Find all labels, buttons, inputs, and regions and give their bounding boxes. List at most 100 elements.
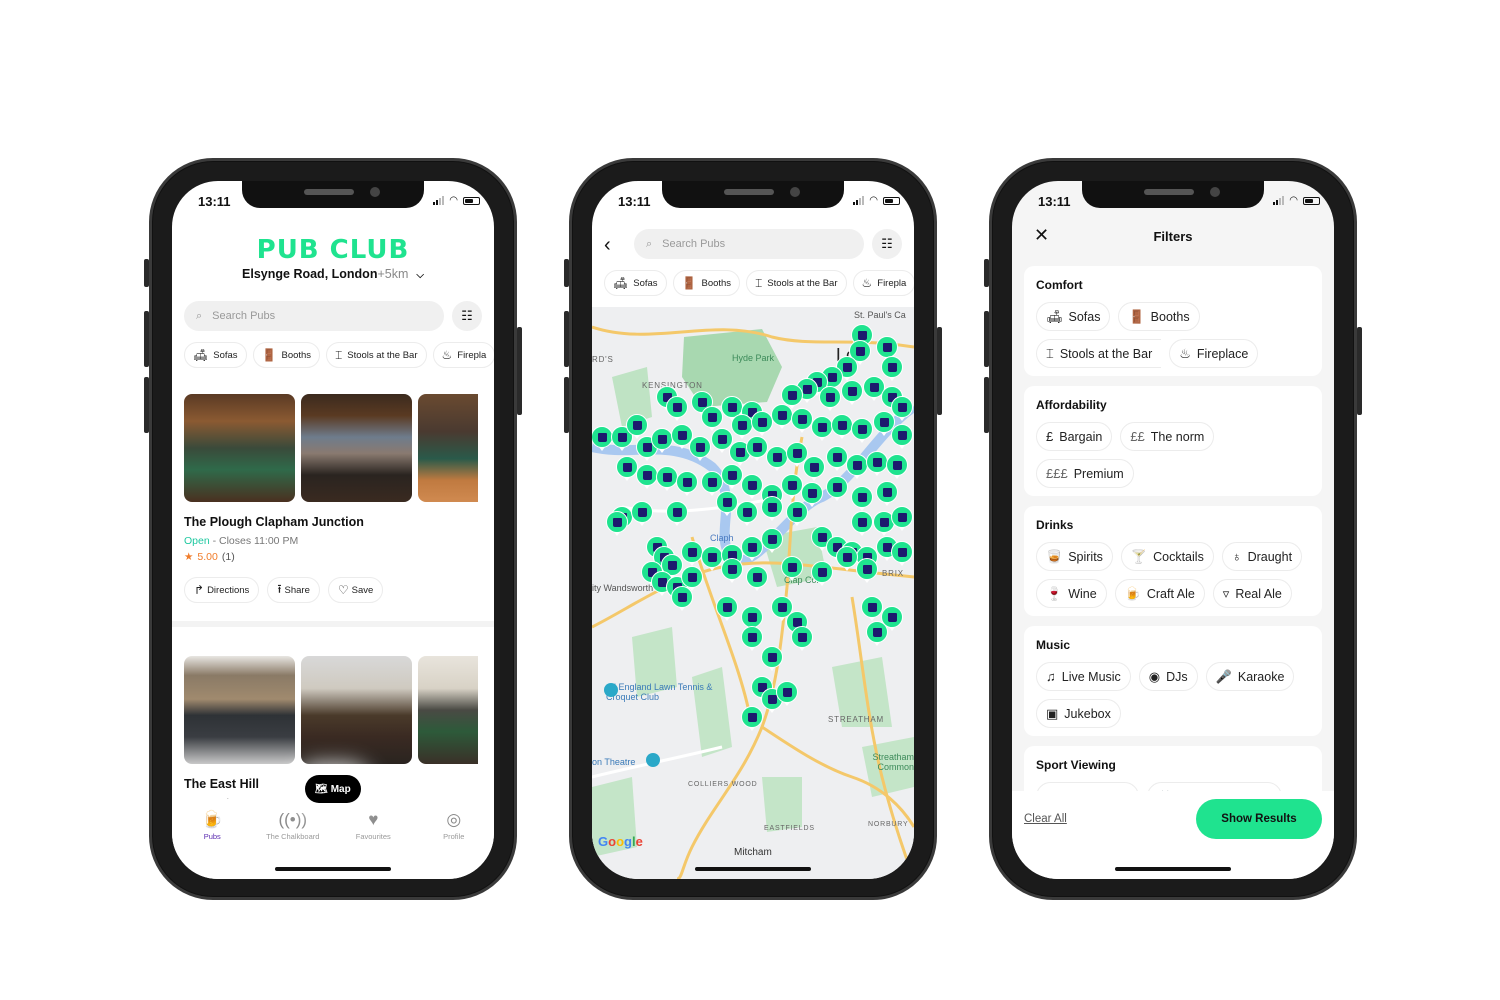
pub-map-pin[interactable] bbox=[676, 471, 698, 493]
filter-chip-stools[interactable]: ⌶ Stools at the Bar bbox=[1036, 339, 1162, 368]
pub-map-pin[interactable] bbox=[876, 336, 898, 358]
filter-sections-list[interactable]: Comfort 🛋 Sofas 🚪 Booths ⌶ Stools at the Ba… bbox=[1024, 266, 1322, 796]
chip-fireplace[interactable]: ♨ Firepla bbox=[432, 342, 494, 368]
pub-map-pin[interactable] bbox=[819, 386, 841, 408]
pub-map-pin[interactable] bbox=[826, 446, 848, 468]
pub-map-pin[interactable] bbox=[736, 501, 758, 523]
directions-button[interactable]: ↱ Directions bbox=[184, 577, 260, 603]
filter-chip-the-norm[interactable]: ££ The norm bbox=[1120, 422, 1215, 451]
pub-photo[interactable] bbox=[301, 656, 412, 764]
pub-map-pin[interactable] bbox=[846, 454, 868, 476]
pub-map-pin[interactable] bbox=[851, 418, 873, 440]
pub-name[interactable]: The Plough Clapham Junction bbox=[184, 515, 364, 529]
pub-map-pin[interactable] bbox=[841, 380, 863, 402]
pub-photo[interactable] bbox=[301, 394, 412, 502]
pub-map-pin[interactable] bbox=[831, 414, 853, 436]
pub-map-pin[interactable] bbox=[766, 446, 788, 468]
search-input[interactable] bbox=[662, 238, 864, 250]
pub-map-pin[interactable] bbox=[671, 586, 693, 608]
filter-chip-fireplace[interactable]: ♨ Fireplace bbox=[1169, 339, 1259, 368]
filter-chip-wine[interactable]: 🍷 Wine bbox=[1036, 579, 1107, 608]
pub-map-pin[interactable] bbox=[626, 414, 648, 436]
pub-map-pin[interactable] bbox=[801, 482, 823, 504]
pub-map-pin[interactable] bbox=[741, 474, 763, 496]
pub-map-pin[interactable] bbox=[731, 414, 753, 436]
filter-chip-live-music[interactable]: ♫ Live Music bbox=[1036, 662, 1131, 691]
pub-map-pin[interactable] bbox=[721, 464, 743, 486]
pub-map-pin[interactable] bbox=[826, 476, 848, 498]
chip-stools[interactable]: ⌶ Stools at the Bar bbox=[746, 270, 847, 296]
tab-profile[interactable]: ◎ Profile bbox=[414, 811, 494, 879]
location-selector[interactable]: Elsynge Road, London+5km ⌵ bbox=[172, 267, 494, 281]
filter-chip-spirits[interactable]: 🥃 Spirits bbox=[1036, 542, 1113, 571]
map-view-button[interactable]: 🗺 Map bbox=[305, 775, 361, 803]
filter-chip-premium[interactable]: £££ Premium bbox=[1036, 459, 1134, 488]
pub-map-pin[interactable] bbox=[616, 456, 638, 478]
filter-chip-jukebox[interactable]: ▣ Jukebox bbox=[1036, 699, 1121, 728]
pub-photo[interactable] bbox=[418, 394, 478, 502]
pub-map-pin[interactable] bbox=[781, 384, 803, 406]
pub-map-pin[interactable] bbox=[681, 566, 703, 588]
chip-sofas[interactable]: 🛋 Sofas bbox=[184, 342, 247, 368]
pub-map-pin[interactable] bbox=[776, 681, 798, 703]
pub-map-pin[interactable] bbox=[741, 626, 763, 648]
pub-map-pin[interactable] bbox=[631, 501, 653, 523]
pub-map-pin[interactable] bbox=[891, 424, 913, 446]
search-input[interactable] bbox=[212, 310, 444, 322]
pub-map-pin[interactable] bbox=[881, 356, 903, 378]
share-button[interactable]: ⭱ Share bbox=[267, 577, 320, 603]
filter-chip-draught[interactable]: ♁ Draught bbox=[1221, 542, 1303, 571]
pub-map-pin[interactable] bbox=[746, 436, 768, 458]
pub-map-pin[interactable] bbox=[856, 558, 878, 580]
pub-map-pin[interactable] bbox=[606, 511, 628, 533]
pub-map-pin[interactable] bbox=[666, 501, 688, 523]
pub-map-pin[interactable] bbox=[651, 428, 673, 450]
pub-map-pin[interactable] bbox=[861, 596, 883, 618]
pub-map-pin[interactable] bbox=[666, 396, 688, 418]
pub-map-pin[interactable] bbox=[866, 451, 888, 473]
pub-name[interactable]: The East Hill bbox=[184, 777, 259, 791]
filter-chip-real-ale[interactable]: ▿ Real Ale bbox=[1212, 579, 1292, 608]
pub-photo[interactable] bbox=[184, 656, 295, 764]
pub-map-pin[interactable] bbox=[681, 541, 703, 563]
pub-map-pin[interactable] bbox=[689, 436, 711, 458]
pub-map-pin[interactable] bbox=[771, 404, 793, 426]
pub-map-pin[interactable] bbox=[761, 646, 783, 668]
pub-map-pin[interactable] bbox=[891, 506, 913, 528]
pub-map-pin[interactable] bbox=[741, 706, 763, 728]
pub-photo[interactable] bbox=[184, 394, 295, 502]
pub-map-pin[interactable] bbox=[851, 511, 873, 533]
pub-map-pin[interactable] bbox=[761, 496, 783, 518]
filter-settings-button[interactable]: ☷ bbox=[452, 301, 482, 331]
pub-map-pin[interactable] bbox=[701, 546, 723, 568]
pub-map-pin[interactable] bbox=[786, 501, 808, 523]
filter-chip-craft-ale[interactable]: 🍺 Craft Ale bbox=[1114, 579, 1205, 608]
pub-photo-carousel[interactable] bbox=[184, 656, 478, 764]
show-results-button[interactable]: Show Results bbox=[1196, 799, 1322, 839]
pub-map-pin[interactable] bbox=[751, 411, 773, 433]
chip-stools[interactable]: ⌶ Stools at the Bar bbox=[326, 342, 427, 368]
pub-map-pin[interactable] bbox=[836, 546, 858, 568]
pub-map-pin[interactable] bbox=[746, 566, 768, 588]
pub-map-pin[interactable] bbox=[741, 536, 763, 558]
pub-map-pin[interactable] bbox=[791, 626, 813, 648]
filter-chip-karaoke[interactable]: 🎤 Karaoke bbox=[1205, 662, 1295, 691]
pub-map-pin[interactable] bbox=[636, 464, 658, 486]
chip-booths[interactable]: 🚪 Booths bbox=[252, 342, 321, 368]
pub-map-pin[interactable] bbox=[866, 621, 888, 643]
pub-map-pin[interactable] bbox=[592, 426, 613, 448]
pub-map-pin[interactable] bbox=[741, 606, 763, 628]
pub-photo[interactable] bbox=[418, 656, 478, 764]
search-bar[interactable]: ⌕ bbox=[184, 301, 444, 331]
filter-chip-booths[interactable]: 🚪 Booths bbox=[1118, 302, 1200, 331]
pub-map-pin[interactable] bbox=[876, 481, 898, 503]
clear-all-link[interactable]: Clear All bbox=[1024, 813, 1067, 825]
pub-map-pin[interactable] bbox=[851, 486, 873, 508]
filter-chip-sofas[interactable]: 🛋 Sofas bbox=[1036, 302, 1111, 331]
pub-map-pin[interactable] bbox=[701, 406, 723, 428]
pub-map-pin[interactable] bbox=[811, 416, 833, 438]
filter-chip-bargain[interactable]: £ Bargain bbox=[1036, 422, 1113, 451]
filter-chip-cocktails[interactable]: 🍸 Cocktails bbox=[1120, 542, 1214, 571]
pub-map-pin[interactable] bbox=[716, 596, 738, 618]
chip-booths[interactable]: 🚪 Booths bbox=[672, 270, 741, 296]
